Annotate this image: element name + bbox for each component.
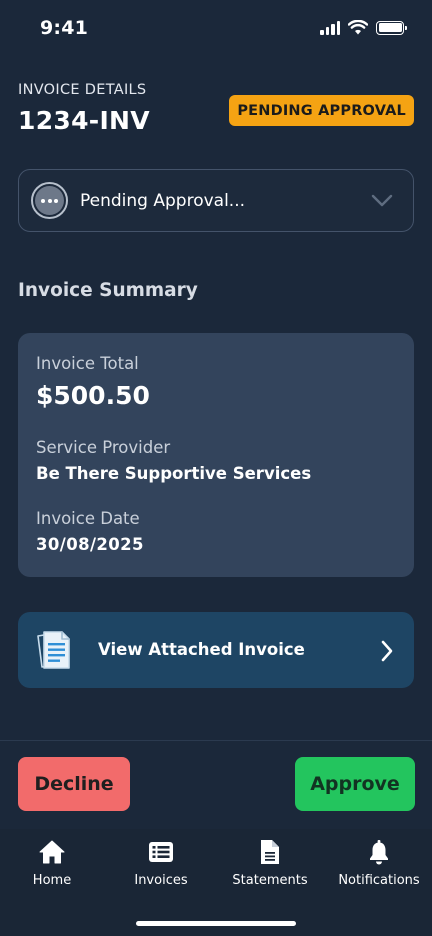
service-provider-label: Service Provider xyxy=(36,438,171,457)
status-bar: 9:41 xyxy=(0,0,432,56)
page-subtitle: INVOICE DETAILS xyxy=(18,82,147,98)
battery-icon xyxy=(376,20,407,35)
document-icon xyxy=(261,840,279,864)
tab-home-label: Home xyxy=(32,873,72,888)
signal-icon xyxy=(320,20,340,35)
section-title: Invoice Summary xyxy=(18,280,198,301)
view-attached-invoice-label: View Attached Invoice xyxy=(98,640,305,659)
tab-statements-label: Statements xyxy=(232,873,308,888)
approve-button[interactable]: Approve xyxy=(295,757,415,811)
wifi-icon xyxy=(348,20,368,35)
invoice-total-value: $500.50 xyxy=(36,381,150,410)
status-dropdown-value: Pending Approval... xyxy=(80,190,246,211)
invoice-date-label: Invoice Date xyxy=(36,509,140,528)
status-dropdown[interactable]: Pending Approval... xyxy=(18,169,414,232)
document-icon xyxy=(37,631,70,669)
home-indicator xyxy=(136,921,296,926)
tab-home[interactable]: Home xyxy=(0,839,106,891)
invoice-total-label: Invoice Total xyxy=(36,354,139,373)
tab-invoices-label: Invoices xyxy=(134,873,188,888)
tab-bar: Home Invoices Statements Notifications xyxy=(0,829,432,936)
list-icon xyxy=(149,842,173,862)
tab-notifications-label: Notifications xyxy=(338,873,420,888)
chevron-right-icon xyxy=(381,640,393,662)
tab-invoices[interactable]: Invoices xyxy=(107,839,215,891)
home-icon xyxy=(39,840,65,864)
decline-button[interactable]: Decline xyxy=(18,757,130,811)
tab-notifications[interactable]: Notifications xyxy=(325,839,432,891)
page-title: 1234-INV xyxy=(18,106,150,135)
service-provider-value: Be There Supportive Services xyxy=(36,464,312,483)
more-dots-icon xyxy=(31,182,68,219)
invoice-summary-card: Invoice Total $500.50 Service Provider B… xyxy=(18,333,414,577)
chevron-down-icon xyxy=(371,194,393,207)
status-time: 9:41 xyxy=(40,17,89,39)
divider xyxy=(0,740,432,741)
status-icons xyxy=(320,20,407,35)
status-badge: PENDING APPROVAL xyxy=(229,95,414,126)
invoice-date-value: 30/08/2025 xyxy=(36,535,144,554)
tab-statements[interactable]: Statements xyxy=(216,839,324,891)
bell-icon xyxy=(370,840,388,865)
view-attached-invoice-button[interactable]: View Attached Invoice xyxy=(18,612,414,688)
